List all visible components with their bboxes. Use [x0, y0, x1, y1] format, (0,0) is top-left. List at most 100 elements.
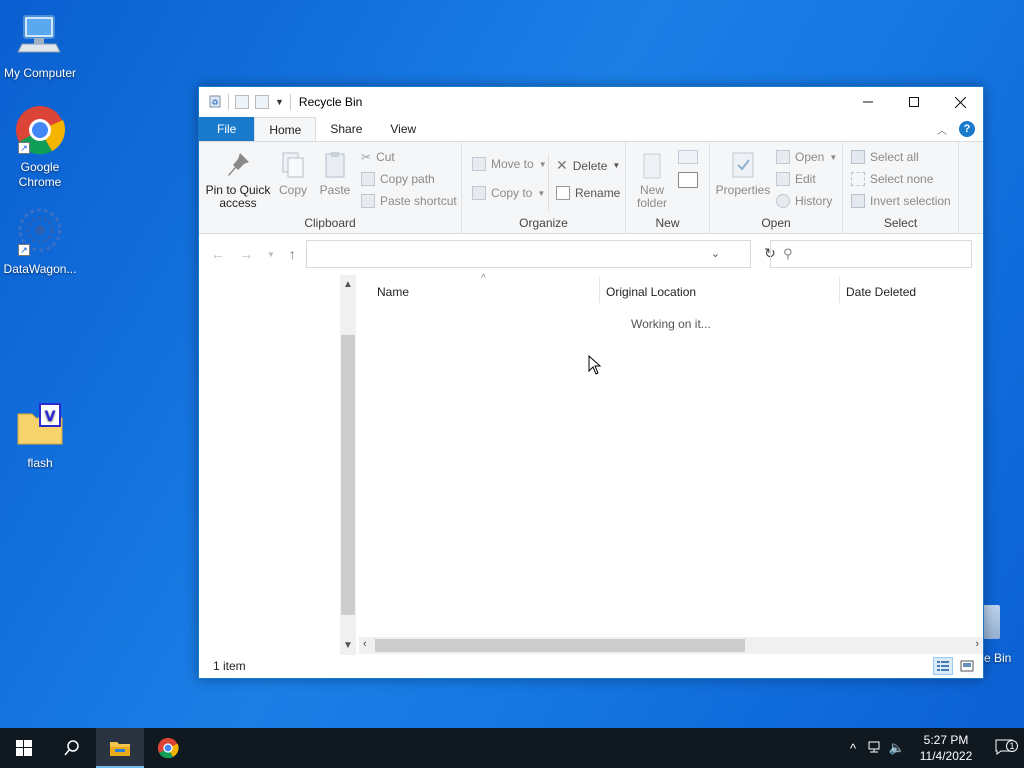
scrollbar-thumb[interactable]	[341, 335, 355, 615]
minimize-button[interactable]	[845, 87, 891, 117]
copy-icon	[279, 150, 307, 180]
desktop-icon-datawagon[interactable]: ↗ DataWagon...	[0, 206, 80, 277]
search-input[interactable]: ⚲	[770, 240, 972, 268]
address-dropdown-icon[interactable]: ⌄	[711, 247, 720, 260]
desktop-icon-recycle-bin-partial[interactable]: e Bin	[982, 605, 1011, 665]
network-icon[interactable]	[864, 740, 886, 757]
details-view-button[interactable]	[933, 657, 953, 675]
desktop-icon-label: My Computer	[3, 66, 77, 80]
file-list-area[interactable]: ▲ ▼ ^ Name Original Location Date Delete…	[199, 273, 983, 657]
easy-access-icon[interactable]	[678, 172, 698, 188]
paste-shortcut-button[interactable]: Paste shortcut	[361, 194, 457, 208]
ribbon-group-new: New folder New	[626, 142, 710, 233]
cut-button[interactable]: ✂ Cut	[361, 150, 395, 164]
recent-locations-icon[interactable]: ▼	[267, 250, 275, 262]
taskbar-google-chrome[interactable]	[144, 728, 192, 768]
select-none-icon	[851, 172, 865, 186]
computer-icon	[14, 10, 66, 62]
mouse-cursor-icon	[588, 354, 602, 378]
notification-count-badge: 1	[1006, 739, 1018, 752]
navigation-pane-scrollbar[interactable]: ▲ ▼	[340, 275, 356, 657]
select-all-icon	[851, 150, 865, 164]
copy-path-button[interactable]: Copy path	[361, 172, 435, 186]
column-separator[interactable]	[839, 277, 840, 303]
properties-button[interactable]: Properties	[714, 150, 772, 197]
scroll-right-icon[interactable]: ›	[975, 638, 979, 650]
volume-icon[interactable]: 🔈	[886, 740, 908, 756]
close-button[interactable]	[937, 87, 983, 117]
invert-selection-button[interactable]: Invert selection	[851, 194, 951, 208]
loading-message: Working on it...	[631, 317, 711, 331]
column-separator[interactable]	[599, 277, 600, 303]
up-arrow-icon[interactable]: ↑	[289, 246, 296, 262]
copy-button[interactable]: Copy	[277, 150, 309, 197]
invert-selection-icon	[851, 194, 865, 208]
edit-button[interactable]: Edit	[776, 172, 816, 186]
desktop-icon-my-computer[interactable]: My Computer	[0, 10, 80, 81]
start-button[interactable]	[0, 728, 48, 768]
address-bar[interactable]: ⌄ ↻	[306, 240, 776, 268]
column-header-original-location[interactable]: Original Location	[606, 285, 696, 299]
ribbon: Pin to Quick access Copy Paste ✂ Cut Cop…	[199, 141, 983, 234]
tab-file[interactable]: File	[199, 117, 255, 141]
select-none-button[interactable]: Select none	[851, 172, 933, 186]
scrollbar-thumb[interactable]	[375, 639, 745, 652]
copy-to-button[interactable]: Copy to ▼	[472, 186, 545, 200]
taskbar-file-explorer[interactable]	[96, 728, 144, 768]
navigation-pane[interactable]	[199, 275, 340, 637]
taskbar-clock[interactable]: 5:27 PM 11/4/2022	[908, 732, 984, 764]
properties-quick-icon[interactable]	[235, 95, 249, 109]
desktop-icon-google-chrome[interactable]: ↗ Google Chrome	[0, 104, 80, 190]
rename-button[interactable]: Rename	[556, 186, 620, 200]
quick-access-toolbar: ♻ ▼	[199, 87, 291, 117]
forward-arrow-icon[interactable]: →	[239, 246, 253, 262]
ribbon-group-select: Select all Select none Invert selection …	[843, 142, 959, 233]
pin-to-quick-access-button[interactable]: Pin to Quick access	[205, 150, 271, 210]
new-folder-button[interactable]: New folder	[634, 150, 670, 210]
scroll-left-icon[interactable]: ‹	[363, 638, 367, 650]
new-folder-quick-icon[interactable]	[255, 95, 269, 109]
tab-view[interactable]: View	[376, 117, 430, 141]
svg-text:♻: ♻	[211, 98, 218, 107]
scroll-up-icon[interactable]: ▲	[340, 279, 356, 290]
title-bar[interactable]: ♻ ▼ Recycle Bin	[199, 87, 983, 117]
folder-icon: V	[14, 400, 66, 452]
collapse-ribbon-icon[interactable]: ︿	[937, 122, 947, 137]
open-button[interactable]: Open ▼	[776, 150, 837, 164]
select-all-button[interactable]: Select all	[851, 150, 919, 164]
ribbon-tabs: File Home Share View ︿ ?	[199, 117, 983, 141]
help-icon[interactable]: ?	[959, 121, 975, 137]
properties-icon	[729, 150, 757, 180]
tab-home[interactable]: Home	[254, 117, 317, 141]
search-button[interactable]	[48, 728, 96, 768]
paste-shortcut-icon	[361, 194, 375, 208]
tab-share[interactable]: Share	[316, 117, 376, 141]
new-item-icon[interactable]	[678, 150, 698, 164]
ribbon-group-clipboard: Pin to Quick access Copy Paste ✂ Cut Cop…	[199, 142, 462, 233]
dropdown-arrow-icon: ▼	[538, 159, 547, 169]
desktop-icon-flash[interactable]: V flash	[0, 400, 80, 471]
horizontal-scrollbar[interactable]: ‹ ›	[359, 637, 983, 654]
large-icons-view-button[interactable]	[957, 657, 977, 675]
paste-button[interactable]: Paste	[317, 150, 353, 197]
explorer-window[interactable]: ♻ ▼ Recycle Bin File Home Share View ︿ ?…	[198, 86, 984, 679]
scroll-down-icon[interactable]: ▼	[340, 640, 356, 651]
column-header-date-deleted[interactable]: Date Deleted	[846, 285, 916, 299]
show-hidden-icons-chevron-icon[interactable]: ^	[842, 741, 864, 756]
ribbon-group-label: Organize	[519, 216, 568, 230]
back-arrow-icon[interactable]: ←	[211, 246, 225, 262]
svg-text:V: V	[45, 409, 56, 425]
search-icon	[64, 740, 79, 756]
copy-path-icon	[361, 172, 375, 186]
action-center-button[interactable]: 1	[984, 739, 1024, 758]
history-button[interactable]: History	[776, 194, 832, 208]
ribbon-group-label: Select	[883, 216, 918, 230]
window-title: Recycle Bin	[298, 95, 363, 109]
maximize-button[interactable]	[891, 87, 937, 117]
column-header-name[interactable]: Name	[377, 285, 409, 299]
ribbon-group-open: Properties Open ▼ Edit History Open	[710, 142, 843, 233]
open-icon	[776, 150, 790, 164]
move-to-button[interactable]: Move to ▼	[472, 157, 547, 171]
customize-dropdown-icon[interactable]: ▼	[275, 97, 284, 107]
delete-button[interactable]: ✕ Delete ▼	[556, 157, 620, 174]
